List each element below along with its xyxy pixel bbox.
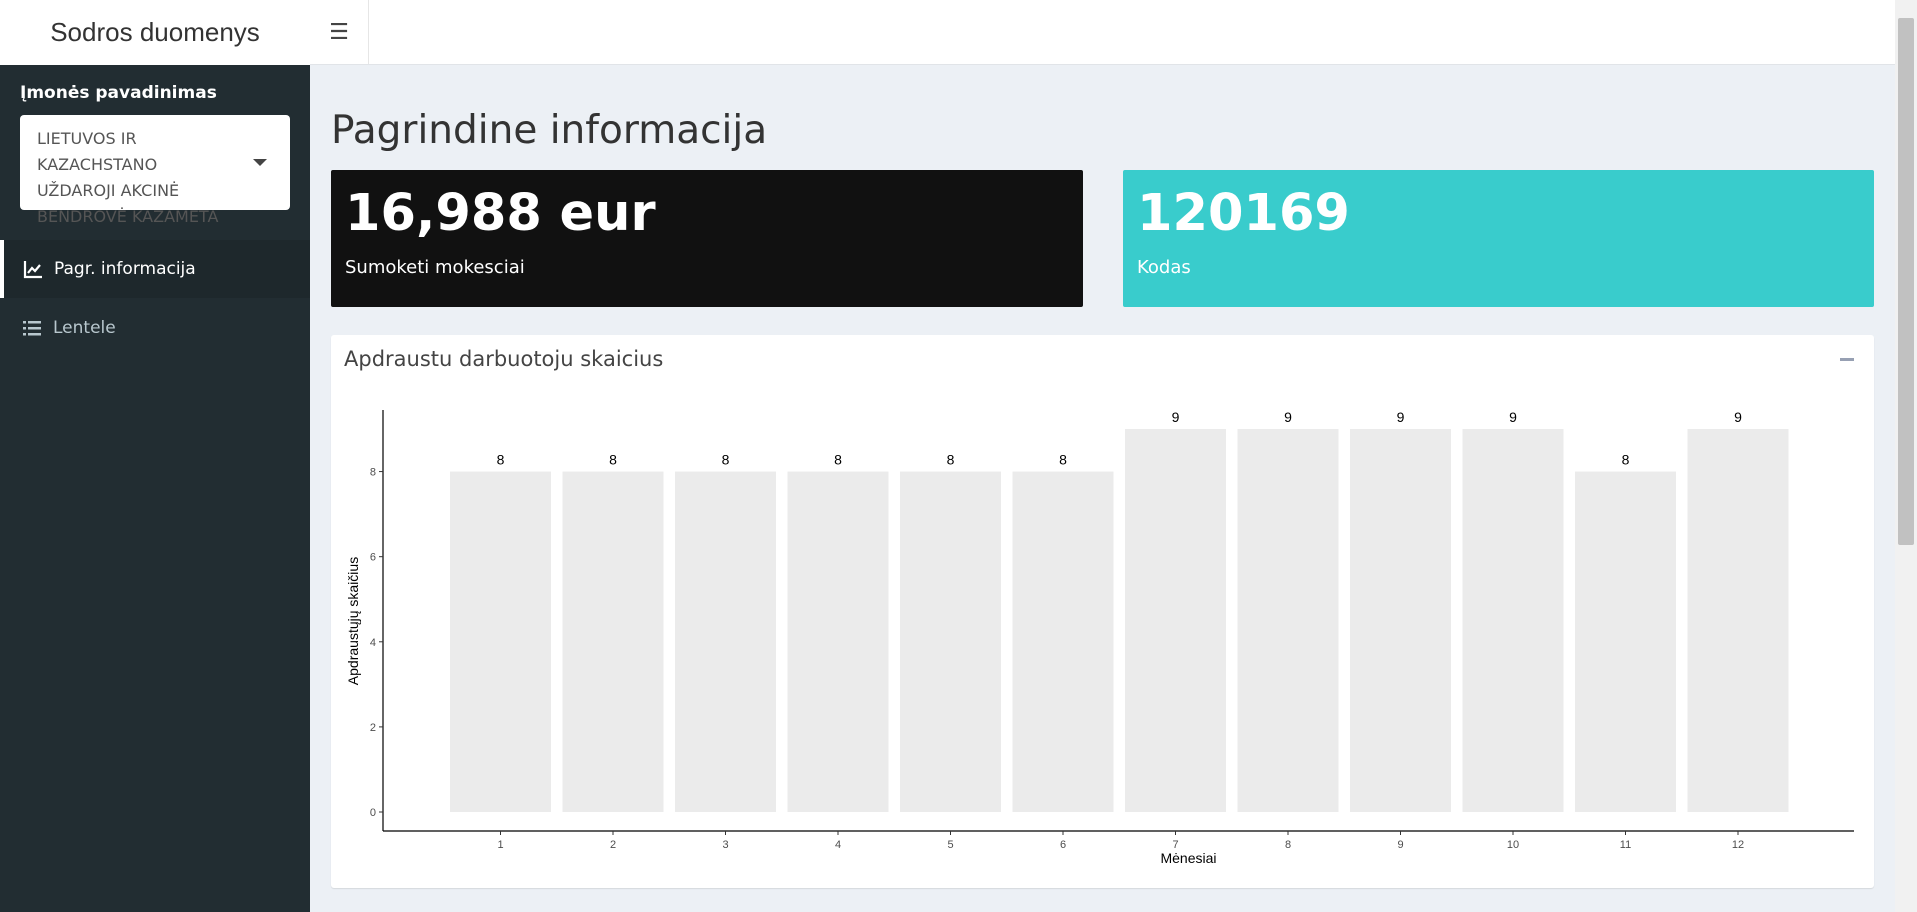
x-tick-label: 5	[947, 839, 953, 851]
header-bar: ☰	[310, 0, 1895, 65]
x-tick-label: 6	[1060, 839, 1066, 851]
sidebar-toggle-button[interactable]: ☰	[310, 0, 369, 64]
bar-value-label: 9	[1397, 409, 1405, 425]
sidebar-item-pagr-informacija[interactable]: Pagr. informacija	[0, 240, 310, 298]
bar-value-label: 8	[1059, 452, 1067, 468]
bar-value-label: 9	[1734, 409, 1742, 425]
bar-value-label: 9	[1509, 409, 1517, 425]
bar	[1575, 471, 1676, 812]
x-tick-label: 8	[1285, 839, 1291, 851]
bar-value-label: 8	[947, 452, 955, 468]
bar-value-label: 8	[722, 452, 730, 468]
x-axis-title: Mėnesiai	[1160, 850, 1216, 866]
chart-box: Apdraustu darbuotoju skaicius 0246881828…	[331, 335, 1874, 888]
hamburger-icon: ☰	[329, 19, 349, 45]
sidebar-item-label: Lentele	[53, 318, 116, 338]
value-box-code: 120169 Kodas	[1123, 170, 1874, 307]
y-axis-title: Apdraustųjų skaičius	[345, 557, 361, 685]
x-tick-label: 2	[610, 839, 616, 851]
x-tick-label: 10	[1507, 839, 1519, 851]
bar	[1237, 429, 1339, 812]
bar	[1350, 429, 1451, 812]
company-select-value: LIETUVOS IR KAZACHSTANO UŽDAROJI AKCINĖ …	[37, 129, 219, 226]
app-title: Sodros duomenys	[0, 0, 310, 66]
bar-chart: 02468818283848586979899910811912Mėnesiai…	[345, 409, 1854, 866]
sidebar: Įmonės pavadinimas LIETUVOS IR KAZACHSTA…	[0, 65, 310, 912]
y-tick-label: 2	[370, 722, 376, 734]
bar-value-label: 8	[609, 452, 617, 468]
bar	[675, 471, 776, 812]
bar	[787, 471, 889, 812]
x-tick-label: 9	[1397, 839, 1403, 851]
bar	[562, 471, 664, 812]
bar	[1012, 471, 1114, 812]
list-icon	[23, 321, 41, 336]
y-tick-label: 4	[370, 637, 376, 649]
x-tick-label: 3	[722, 839, 728, 851]
caret-down-icon	[253, 159, 267, 166]
value-box-taxes: 16,988 eur Sumoketi mokesciai	[331, 170, 1083, 307]
line-chart-icon	[23, 261, 42, 279]
bar-value-label: 8	[497, 452, 505, 468]
bar-value-label: 8	[1622, 452, 1630, 468]
bar	[900, 471, 1001, 812]
bar	[450, 471, 551, 812]
value-box-value: 16,988 eur	[345, 184, 656, 243]
company-select[interactable]: LIETUVOS IR KAZACHSTANO UŽDAROJI AKCINĖ …	[20, 115, 290, 226]
value-box-value: 120169	[1137, 184, 1350, 243]
x-tick-label: 1	[497, 839, 503, 851]
x-tick-label: 4	[835, 839, 841, 851]
bar	[1687, 429, 1789, 812]
bar-value-label: 8	[834, 452, 842, 468]
y-tick-label: 8	[370, 467, 376, 479]
vertical-scrollbar[interactable]	[1895, 0, 1917, 912]
scrollbar-thumb[interactable]	[1898, 18, 1914, 545]
bar-value-label: 9	[1284, 409, 1292, 425]
value-box-subtitle: Sumoketi mokesciai	[345, 257, 525, 278]
x-tick-label: 11	[1620, 839, 1631, 851]
value-box-subtitle: Kodas	[1137, 257, 1191, 278]
sidebar-item-label: Pagr. informacija	[54, 259, 196, 279]
company-select-label: Įmonės pavadinimas	[20, 83, 217, 103]
sidebar-item-lentele[interactable]: Lentele	[0, 299, 310, 357]
bar	[1125, 429, 1226, 812]
y-tick-label: 6	[370, 552, 376, 564]
page-title: Pagrindine informacija	[331, 108, 768, 153]
bar-value-label: 9	[1172, 409, 1180, 425]
bar	[1462, 429, 1564, 812]
y-tick-label: 0	[370, 807, 376, 819]
x-tick-label: 12	[1732, 839, 1744, 851]
